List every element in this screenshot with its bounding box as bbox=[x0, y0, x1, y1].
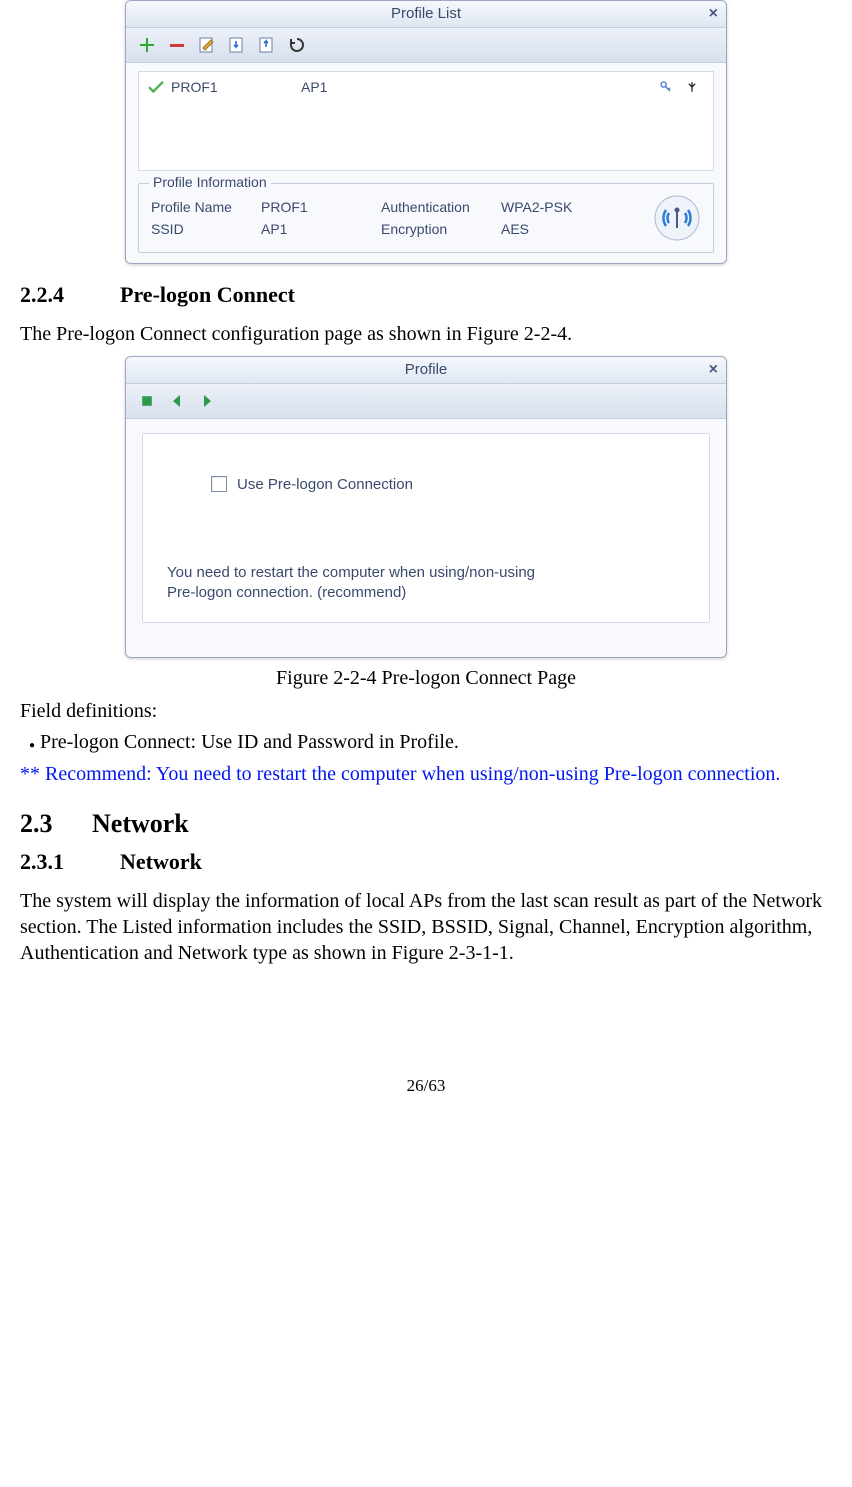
back-arrow-icon[interactable] bbox=[166, 390, 188, 412]
heading-number: 2.3 bbox=[20, 809, 92, 839]
close-icon[interactable]: × bbox=[709, 357, 718, 383]
key-icon bbox=[655, 76, 677, 98]
profile-row[interactable]: PROF1 AP1 bbox=[145, 76, 707, 98]
heading-title: Network bbox=[92, 809, 189, 838]
heading-2-3: 2.3Network bbox=[20, 809, 832, 839]
profile-name-cell: PROF1 bbox=[171, 79, 301, 95]
import-icon[interactable] bbox=[226, 34, 248, 56]
restart-message: You need to restart the computer when us… bbox=[167, 563, 691, 604]
heading-title: Network bbox=[120, 849, 202, 874]
antenna-icon bbox=[681, 76, 703, 98]
panel: Use Pre-logon Connection You need to res… bbox=[142, 433, 710, 623]
edit-icon[interactable] bbox=[196, 34, 218, 56]
titlebar: Profile List × bbox=[126, 1, 726, 28]
titlebar: Profile × bbox=[126, 357, 726, 384]
profile-list: PROF1 AP1 bbox=[138, 71, 714, 171]
profile-ssid-cell: AP1 bbox=[301, 79, 655, 95]
profile-window: Profile × Use Pre-logon Connection You n bbox=[125, 356, 727, 658]
window-title: Profile bbox=[405, 361, 448, 378]
group-legend: Profile Information bbox=[149, 174, 271, 190]
heading-2-2-4: 2.2.4Pre-logon Connect bbox=[20, 282, 832, 308]
figure-caption: Figure 2-2-4 Pre-logon Connect Page bbox=[20, 666, 832, 692]
section-2-3-1-paragraph: The system will display the information … bbox=[20, 889, 832, 966]
heading-number: 2.3.1 bbox=[20, 849, 120, 875]
profile-name-value: PROF1 bbox=[261, 199, 381, 215]
wifi-icon bbox=[653, 194, 701, 242]
stop-icon[interactable] bbox=[136, 390, 158, 412]
profile-information-group: Profile Information Profile Name PROF1 A… bbox=[138, 183, 714, 253]
window-title: Profile List bbox=[391, 5, 461, 22]
page-number: 26/63 bbox=[20, 1076, 832, 1096]
heading-number: 2.2.4 bbox=[20, 282, 120, 308]
heading-2-3-1: 2.3.1Network bbox=[20, 849, 832, 875]
profile-list-window: Profile List × bbox=[125, 0, 727, 264]
authentication-label: Authentication bbox=[381, 199, 501, 215]
close-icon[interactable]: × bbox=[709, 1, 718, 27]
checkbox-icon[interactable] bbox=[211, 476, 227, 492]
field-definitions-label: Field definitions: bbox=[20, 699, 832, 725]
ssid-label: SSID bbox=[151, 221, 261, 237]
intro-paragraph: The Pre-logon Connect configuration page… bbox=[20, 322, 832, 348]
add-icon[interactable] bbox=[136, 34, 158, 56]
encryption-value: AES bbox=[501, 221, 611, 237]
checkbox-label: Use Pre-logon Connection bbox=[237, 476, 413, 493]
toolbar bbox=[126, 384, 726, 419]
ssid-value: AP1 bbox=[261, 221, 381, 237]
forward-arrow-icon[interactable] bbox=[196, 390, 218, 412]
connected-check-icon bbox=[145, 76, 167, 98]
encryption-label: Encryption bbox=[381, 221, 501, 237]
msg-line-1: You need to restart the computer when us… bbox=[167, 563, 691, 583]
field-definitions-list: Pre-logon Connect: Use ID and Password i… bbox=[22, 731, 832, 754]
export-icon[interactable] bbox=[256, 34, 278, 56]
msg-line-2: Pre-logon connection. (recommend) bbox=[167, 583, 691, 603]
toolbar bbox=[126, 28, 726, 63]
profile-name-label: Profile Name bbox=[151, 199, 261, 215]
refresh-icon[interactable] bbox=[286, 34, 308, 56]
list-item: Pre-logon Connect: Use ID and Password i… bbox=[40, 731, 832, 754]
heading-title: Pre-logon Connect bbox=[120, 282, 295, 307]
authentication-value: WPA2-PSK bbox=[501, 199, 611, 215]
remove-icon[interactable] bbox=[166, 34, 188, 56]
prelogon-checkbox-row[interactable]: Use Pre-logon Connection bbox=[211, 476, 691, 493]
recommend-note: ** Recommend: You need to restart the co… bbox=[20, 762, 832, 788]
